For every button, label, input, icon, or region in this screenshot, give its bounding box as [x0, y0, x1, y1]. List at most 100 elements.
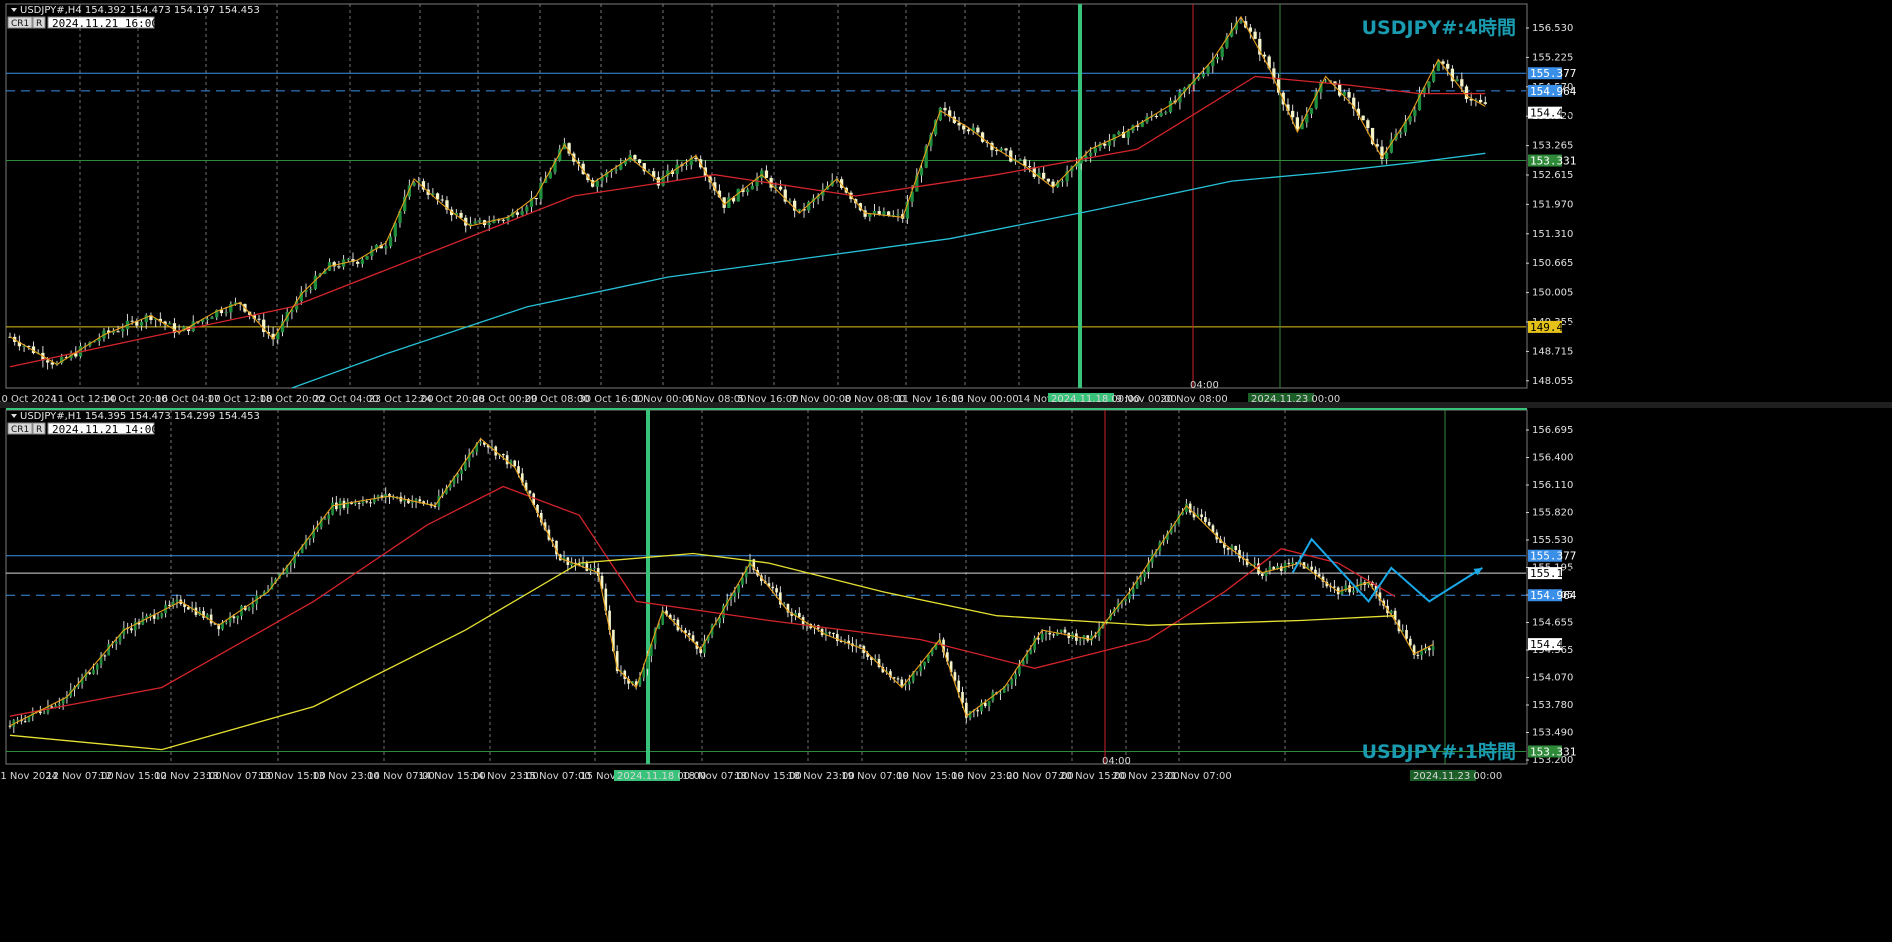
candle-body [114, 641, 118, 644]
y-tick-label: 156.400 [1532, 453, 1573, 464]
date-input-value: 2024.11.21 14:00 [52, 423, 158, 436]
candle-body [331, 502, 334, 515]
y-tick-label: 154.655 [1532, 618, 1573, 629]
ma-fast-line [9, 75, 1486, 368]
candle-body [487, 223, 491, 226]
x-tick-label: 21 Nov 07:00 [1164, 771, 1231, 782]
candle-body [1040, 633, 1044, 640]
candle-body [672, 618, 676, 620]
candle-body [1220, 47, 1224, 57]
candle-body [1295, 117, 1300, 130]
candle-body [1483, 102, 1487, 104]
candle-body [1455, 79, 1459, 82]
candle-body [1088, 152, 1093, 156]
candle-body [103, 655, 107, 657]
trading-chart-frame: 156.530155.225154.570153.920153.265152.6… [0, 3, 1892, 782]
candle-body [107, 644, 110, 656]
panel-menu-icon[interactable] [11, 414, 17, 418]
candle-body [872, 210, 877, 214]
panel-header-text: USDJPY#,H1 154.395 154.473 154.299 154.4… [20, 411, 260, 422]
candle-body [473, 221, 477, 224]
candle-body [168, 604, 171, 606]
candle-body [346, 259, 350, 261]
candle-body [750, 185, 754, 190]
candle-body [1206, 66, 1210, 74]
candle-body [1416, 654, 1420, 656]
badge-week-end-label: 2024.11.23 00:00 [1413, 771, 1502, 782]
candle-body [39, 711, 42, 714]
panel-separator[interactable] [0, 402, 1892, 408]
candle-body [459, 212, 463, 218]
candle-body [1052, 634, 1055, 636]
candle-body [384, 246, 388, 249]
candle-body [410, 501, 414, 504]
candle-body [1018, 666, 1021, 675]
y-tick-label: 155.820 [1532, 508, 1573, 519]
ma-fast-line [9, 485, 1396, 717]
candle-body [357, 502, 361, 504]
panel-menu-icon[interactable] [11, 8, 17, 12]
candle-body [923, 661, 926, 667]
candle-body [737, 584, 740, 593]
candle-body [224, 312, 228, 314]
level-price-label: 153.331 [1530, 155, 1576, 168]
candle-body [1401, 630, 1405, 632]
candle-body [337, 266, 341, 268]
candle-body [1143, 571, 1146, 577]
candle-body [361, 501, 365, 504]
candle-body [1460, 79, 1464, 87]
candle-body [727, 197, 731, 208]
candle-body [1464, 86, 1469, 100]
y-tick-label: 153.490 [1532, 728, 1573, 739]
candle-body [412, 182, 416, 186]
candle-body [1413, 110, 1417, 117]
candle-body [581, 563, 585, 566]
candle-body [323, 519, 327, 521]
candle-body [479, 442, 482, 444]
candle-body [1431, 71, 1436, 82]
candle-body [1207, 521, 1211, 526]
candle-body [976, 710, 980, 712]
y-tick-label: 152.615 [1532, 170, 1573, 181]
level-price-label: 149.432 [1530, 321, 1576, 334]
y-tick-label: 148.715 [1532, 346, 1573, 357]
candle-body [919, 666, 923, 672]
candle-body [966, 129, 971, 132]
candle-body [1139, 576, 1143, 582]
candle-body [58, 703, 61, 706]
candle-body [1215, 56, 1220, 60]
candle-body [121, 329, 125, 332]
candle-body [1014, 674, 1017, 680]
candle-body [915, 671, 919, 673]
candle-body [232, 616, 236, 619]
candles [8, 16, 1487, 370]
candle-body [1384, 152, 1389, 159]
level-price-label: 155.377 [1530, 67, 1576, 80]
candle-body [1128, 593, 1131, 600]
candle-body [187, 607, 190, 610]
candle-body [139, 321, 144, 326]
session-marker-label: 04:00 [1190, 380, 1219, 391]
y-tick-label: 150.665 [1532, 258, 1573, 269]
candle-body [88, 672, 92, 674]
candle-body [168, 323, 172, 325]
candle-body [1042, 172, 1046, 179]
candle-body [45, 360, 50, 363]
candle-body [1029, 650, 1033, 654]
candle-body [1405, 630, 1408, 639]
candle-body [1117, 131, 1121, 135]
candle-body [1347, 92, 1351, 98]
candle-body [23, 721, 27, 723]
candle-body [327, 514, 331, 520]
watermark-symbol-timeframe: USDJPY#:1時間 [1362, 741, 1516, 763]
level-price-label: 155.377 [1530, 550, 1576, 563]
badge-week-start-label: 2024.11.18 00:00 [617, 771, 706, 782]
candle-body [356, 261, 360, 264]
candle-body [1291, 562, 1294, 565]
candle-body [684, 164, 689, 166]
candle-body [191, 321, 195, 332]
candle-body [908, 681, 911, 685]
plot-border [5, 409, 1528, 765]
candle-body [281, 573, 285, 575]
candle-body [365, 501, 369, 503]
